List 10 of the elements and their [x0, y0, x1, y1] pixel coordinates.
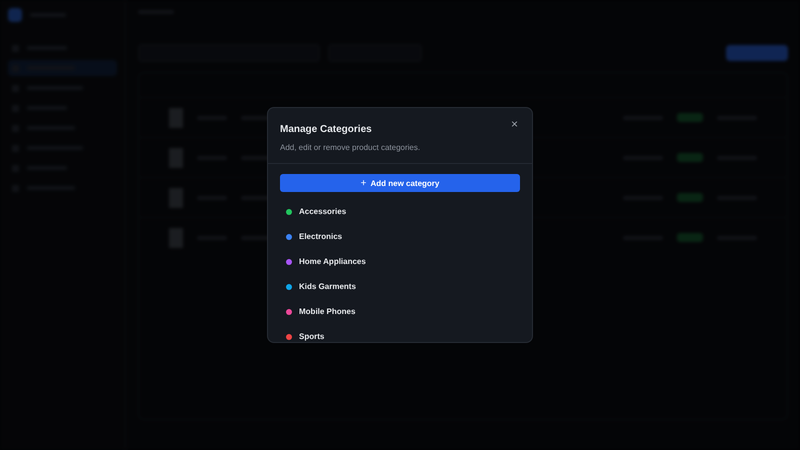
category-name[interactable]: Electronics [299, 232, 342, 241]
category-name[interactable]: Sports [299, 332, 324, 341]
category-name[interactable]: Accessories [299, 207, 346, 216]
dialog-title: Manage Categories [280, 124, 372, 135]
add-category-button[interactable]: + Add new category [280, 174, 520, 192]
category-name[interactable]: Mobile Phones [299, 307, 356, 316]
close-button[interactable]: × [510, 117, 518, 131]
dialog-subtitle: Add, edit or remove product categories. [280, 143, 420, 152]
category-name[interactable]: Home Appliances [299, 257, 366, 266]
category-name[interactable]: Kids Garments [299, 282, 356, 291]
